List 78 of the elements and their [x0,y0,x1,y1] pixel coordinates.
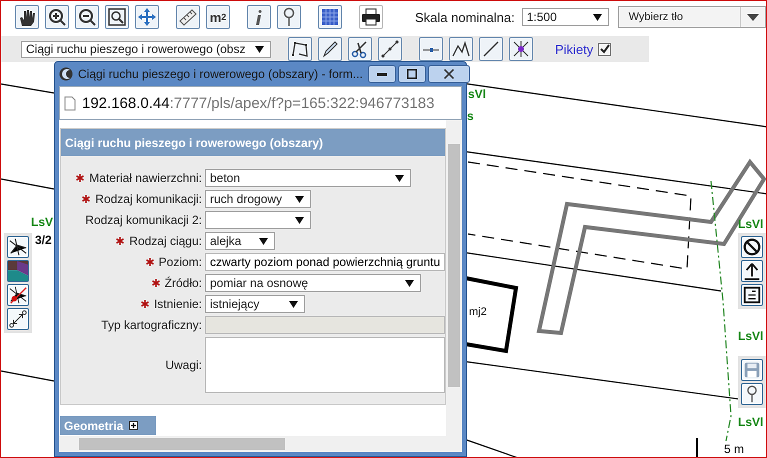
dropdown-arrow-icon [255,46,264,52]
colored-areas-icon[interactable] [7,260,29,282]
select-field[interactable]: alejka [205,232,275,250]
polyline-icon[interactable] [288,37,312,61]
land-class-label: sVl [468,87,486,101]
window-title: Ciągi ruchu pieszego i rowerowego (obszary) - form... [78,67,363,81]
field-label: Źródło: [164,276,202,290]
region-title: Ciągi ruchu pieszego i rowerowego (obszary) [61,129,445,156]
dropdown-arrow-icon [405,280,414,286]
zoom-box-icon[interactable] [105,5,129,29]
land-class-label: LsV [31,215,54,229]
scale-label: 5 m [724,442,744,456]
info-icon[interactable] [247,5,271,29]
field-label: Poziom: [158,255,202,269]
map-note: mj2 [469,305,487,319]
move-arrows-icon[interactable] [135,5,159,29]
pin-icon[interactable] [277,5,301,29]
layer-select[interactable]: Ciągi ruchu pieszego i rowerowego (obsz [21,40,271,58]
crossing-lines-icon[interactable] [509,37,533,61]
scissors-icon[interactable] [348,37,372,61]
notes-field[interactable] [205,337,445,393]
land-class-label: LsVl [738,415,764,429]
field-label: Rodzaj ciągu: [129,234,202,248]
field-label: Rodzaj komunikacji 2: [85,213,202,227]
field-label: Istnienie: [154,297,202,311]
zoom-in-icon[interactable] [45,5,69,29]
field-label: Materiał nawierzchni: [89,171,202,185]
land-class-label: s [467,109,474,123]
dropdown-arrow-icon [295,216,304,224]
select-field[interactable] [205,211,311,229]
dropdown-arrow-icon [592,14,602,20]
delete-node-icon[interactable] [7,284,29,306]
zoom-out-icon[interactable] [75,5,99,29]
field-label: Rodzaj komunikacji: [95,192,202,206]
select-field[interactable]: beton [205,169,411,187]
document-icon[interactable] [741,284,763,306]
land-class-label: LsVl [738,329,764,343]
close-button[interactable] [428,65,470,83]
ruler-icon[interactable] [176,5,200,29]
url-text: 192.168.0.44:7777/pls/apex/f?p=165:322:946773183 [82,94,434,112]
vertical-scrollbar[interactable] [446,120,462,436]
no-entry-icon[interactable] [741,236,763,258]
land-class-label: LsVl [738,217,764,231]
parcel-number: 3/2 [35,233,52,247]
printer-icon[interactable] [359,5,383,29]
horizontal-scrollbar[interactable] [59,436,462,452]
scale-select[interactable]: 1:500 [522,8,609,26]
lines-split-icon[interactable] [7,236,29,258]
dropdown-arrow-icon [295,196,304,202]
dropdown-arrow-icon [259,238,268,244]
dropdown-arrow-icon [395,174,404,182]
pin-icon[interactable] [741,383,763,405]
points-checkbox[interactable] [598,42,612,56]
minimize-icon [376,72,387,76]
up-arrow-icon[interactable] [741,260,763,282]
scale-bar [696,438,698,457]
field-label: Typ kartograficzny: [101,318,202,332]
background-select[interactable]: Wybierz tło [618,6,766,28]
area-measure-button[interactable]: m$^{2}$ [206,5,230,29]
hand-icon[interactable] [15,5,39,29]
dropdown-arrow-icon [289,300,298,308]
plus-icon [129,421,138,430]
close-icon [444,69,454,79]
app-logo-icon [59,67,73,81]
text-field[interactable]: czwarty poziom ponad powierzchnią gruntu [205,253,445,271]
scale-label: Skala nominalna: [415,10,515,24]
select-field[interactable]: istniejący [205,295,305,313]
segment-icon[interactable] [419,37,443,61]
field-label: Uwagi: [165,358,202,372]
page-icon [64,96,76,110]
points-label: Pikiety [555,42,594,56]
maximize-button[interactable] [398,65,426,83]
select-field[interactable]: ruch drogowy [205,190,311,208]
minimize-button[interactable] [368,65,396,83]
select-field[interactable]: pomiar na osnowę [205,274,421,292]
pattern-icon[interactable] [318,5,342,29]
maximize-icon [406,69,417,79]
pencil-icon[interactable] [318,37,342,61]
